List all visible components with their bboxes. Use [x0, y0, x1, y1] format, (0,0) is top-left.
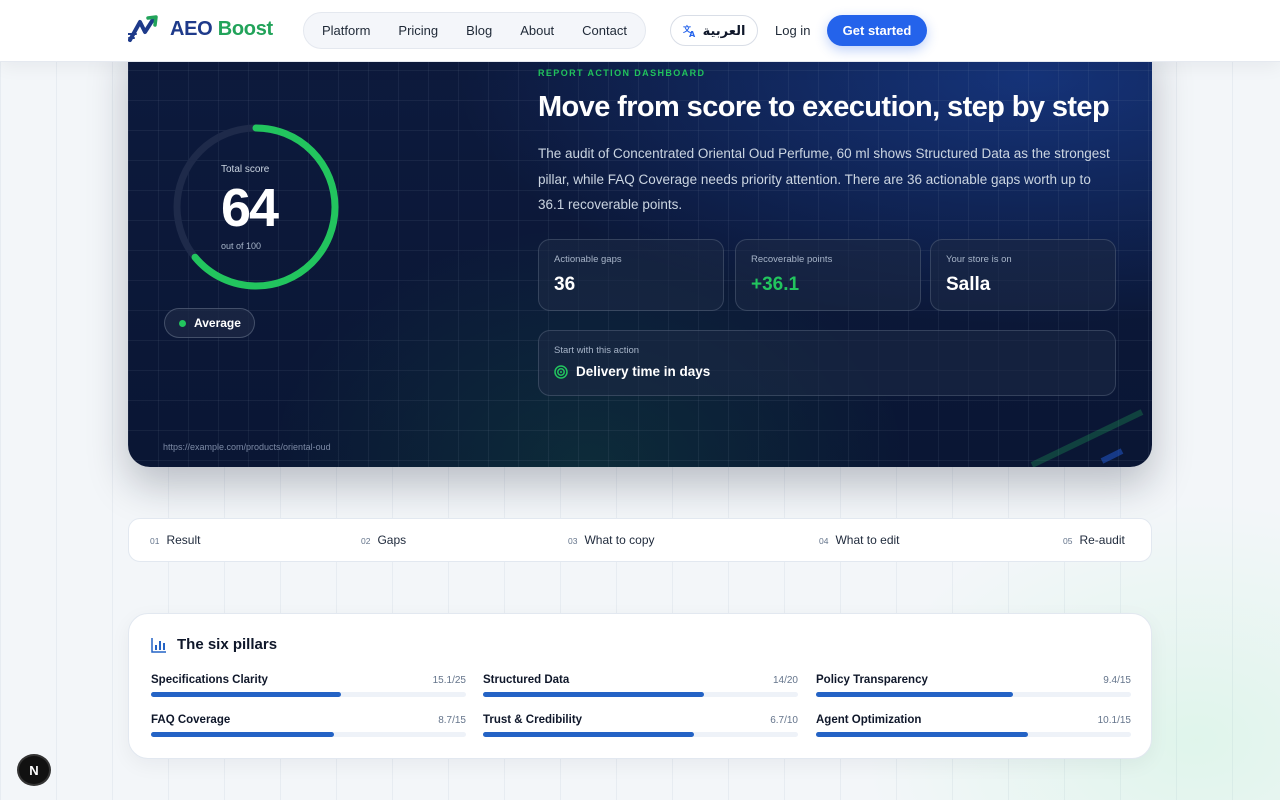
logo-mark-icon [128, 15, 158, 42]
logo-text: AEO Boost [170, 18, 273, 41]
stat-card-actionable-gaps: Actionable gaps 36 [538, 239, 724, 311]
site-header: AEO Boost Platform Pricing Blog About Co… [0, 0, 1280, 62]
target-icon [554, 364, 568, 379]
stat-value: 36 [554, 274, 576, 295]
step-label: Gaps [377, 533, 407, 547]
pillar-faq-coverage: FAQ Coverage 8.7/15 [151, 714, 466, 742]
score-rating-label: Average [194, 316, 241, 330]
stat-card-store-platform: Your store is on Salla [930, 239, 1116, 311]
status-dot-icon [179, 319, 186, 327]
step-result[interactable]: 01 Result [150, 533, 200, 547]
first-action-value: Delivery time in days [576, 364, 711, 379]
step-label: What to edit [835, 533, 900, 547]
report-steps-bar: 01 Result 02 Gaps 03 What to copy 04 Wha… [128, 518, 1152, 562]
pillar-score: 8.7/15 [438, 715, 466, 726]
logo-text-aeo: AEO [170, 17, 213, 40]
nav-item-blog[interactable]: Blog [452, 23, 506, 38]
pillar-specifications-clarity: Specifications Clarity 15.1/25 [151, 674, 466, 702]
nav-item-about[interactable]: About [506, 23, 568, 38]
pillar-progress-fill [483, 692, 704, 697]
pillar-progress-track [816, 692, 1131, 697]
stat-label: Recoverable points [751, 254, 833, 265]
step-number: 04 [819, 536, 829, 546]
bar-chart-icon [151, 637, 166, 653]
pillar-progress-track [483, 732, 798, 737]
stat-value: +36.1 [751, 274, 800, 295]
stat-value: Salla [946, 274, 991, 295]
svg-text:A: A [689, 30, 696, 38]
pillar-progress-track [151, 732, 466, 737]
hero-title: Move from score to execution, step by st… [538, 91, 1110, 123]
pillar-score: 15.1/25 [432, 675, 466, 686]
step-label: Re-audit [1079, 533, 1125, 547]
pillar-progress-fill [151, 692, 342, 697]
first-action-label: Start with this action [554, 345, 640, 356]
step-number: 02 [361, 536, 371, 546]
get-started-button[interactable]: Get started [827, 15, 927, 46]
step-label: What to copy [584, 533, 655, 547]
nav-item-pricing[interactable]: Pricing [384, 23, 452, 38]
login-link[interactable]: Log in [775, 23, 810, 38]
audited-url: https://example.com/products/oriental-ou… [163, 442, 331, 452]
report-dashboard-hero: Total score 64 out of 100 Average https:… [128, 40, 1152, 467]
step-number: 01 [150, 536, 160, 546]
pillar-score: 14/20 [772, 675, 798, 686]
hero-eyebrow: REPORT ACTION DASHBOARD [538, 68, 706, 78]
pillar-policy-transparency: Policy Transparency 9.4/15 [816, 674, 1131, 702]
step-label: Result [166, 533, 201, 547]
translate-icon: 文 A [683, 24, 696, 38]
total-score-label: Total score [221, 164, 270, 175]
pillar-progress-fill [816, 692, 1014, 697]
step-what-to-edit[interactable]: 04 What to edit [819, 533, 900, 547]
pillar-name: Policy Transparency [816, 674, 928, 686]
pillar-name: Trust & Credibility [483, 714, 583, 726]
step-number: 03 [568, 536, 578, 546]
pillar-name: Agent Optimization [816, 714, 922, 726]
six-pillars-card: The six pillars Specifications Clarity 1… [128, 613, 1152, 759]
main-nav: Platform Pricing Blog About Contact [303, 12, 646, 49]
step-what-to-copy[interactable]: 03 What to copy [568, 533, 655, 547]
step-number: 05 [1063, 536, 1073, 546]
step-gaps[interactable]: 02 Gaps [361, 533, 406, 547]
nav-item-contact[interactable]: Contact [568, 23, 641, 38]
language-label: العربية [702, 22, 746, 38]
pillar-structured-data: Structured Data 14/20 [483, 674, 798, 702]
step-re-audit[interactable]: 05 Re-audit [1063, 533, 1125, 547]
dev-tools-badge[interactable]: N [17, 754, 51, 786]
total-score-value: 64 [221, 178, 279, 238]
pillar-progress-track [483, 692, 798, 697]
pillar-progress-track [151, 692, 466, 697]
pillar-progress-fill [816, 732, 1029, 737]
pillar-trust-credibility: Trust & Credibility 6.7/10 [483, 714, 798, 742]
pillar-score: 10.1/15 [1097, 715, 1131, 726]
pillar-progress-fill [483, 732, 695, 737]
stat-label: Your store is on [946, 254, 1012, 265]
nav-item-platform[interactable]: Platform [308, 23, 384, 38]
pillars-title: The six pillars [177, 636, 278, 653]
stat-card-recoverable-points: Recoverable points +36.1 [735, 239, 921, 311]
hero-description: The audit of Concentrated Oriental Oud P… [538, 146, 1110, 212]
pillar-name: Specifications Clarity [151, 674, 268, 686]
pillar-progress-track [816, 732, 1131, 737]
pillar-name: FAQ Coverage [151, 714, 231, 726]
pillar-name: Structured Data [483, 674, 570, 686]
trend-arrow-decoration [1030, 409, 1144, 467]
pillars-title-row: The six pillars [151, 636, 277, 653]
score-rating-badge: Average [164, 308, 255, 338]
language-toggle-button[interactable]: 文 A العربية [670, 15, 758, 46]
total-score-sub: out of 100 [221, 241, 262, 251]
pillar-agent-optimization: Agent Optimization 10.1/15 [816, 714, 1131, 742]
first-action-value-row: Delivery time in days [554, 364, 710, 379]
pillar-progress-fill [151, 732, 334, 737]
brand-logo[interactable]: AEO Boost [128, 14, 273, 44]
pillar-score: 6.7/10 [770, 715, 798, 726]
logo-text-boost: Boost [217, 17, 273, 40]
stat-label: Actionable gaps [554, 254, 622, 265]
pillar-score: 9.4/15 [1103, 675, 1131, 686]
